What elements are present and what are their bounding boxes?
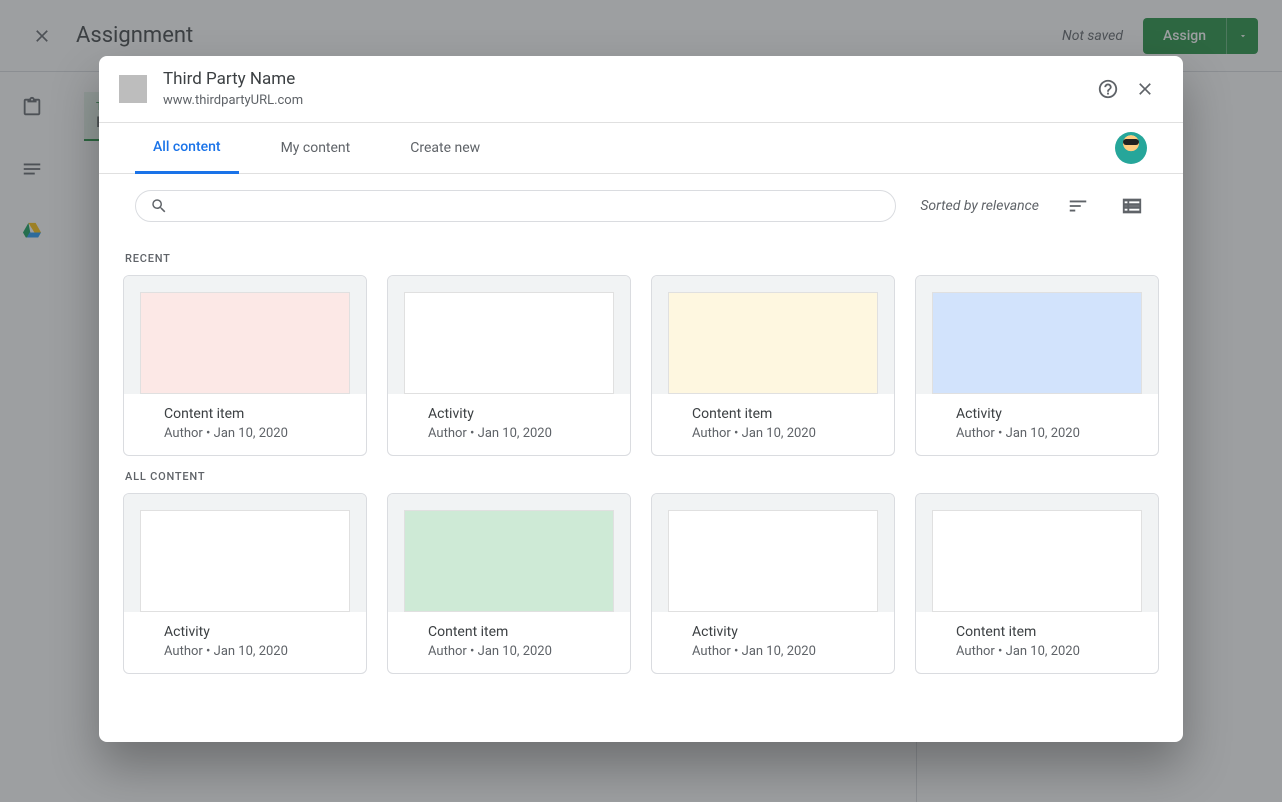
content-card[interactable]: Content item Author • Jan 10, 2020 xyxy=(123,275,367,456)
sort-label: Sorted by relevance xyxy=(920,198,1039,214)
card-meta: Content item Author • Jan 10, 2020 xyxy=(388,612,630,673)
tab-create-new[interactable]: Create new xyxy=(392,124,498,172)
card-subtitle: Author • Jan 10, 2020 xyxy=(692,644,854,659)
card-subtitle: Author • Jan 10, 2020 xyxy=(692,426,854,441)
dialog-url: www.thirdpartyURL.com xyxy=(163,92,1089,110)
card-meta: Activity Author • Jan 10, 2020 xyxy=(652,612,894,673)
third-party-logo xyxy=(119,75,147,103)
card-thumbnail xyxy=(668,292,878,394)
card-thumbnail xyxy=(140,292,350,394)
card-meta: Activity Author • Jan 10, 2020 xyxy=(124,612,366,673)
card-title: Activity xyxy=(164,624,326,640)
card-thumb-wrap xyxy=(916,276,1158,394)
list-view-icon[interactable] xyxy=(1117,191,1147,221)
content-card[interactable]: Activity Author • Jan 10, 2020 xyxy=(123,493,367,674)
controls-row: Sorted by relevance xyxy=(99,174,1183,230)
section-label-recent: RECENT xyxy=(125,252,1159,265)
card-thumb-wrap xyxy=(916,494,1158,612)
avatar[interactable] xyxy=(1115,132,1147,164)
dialog-tabs: All content My content Create new xyxy=(99,123,1183,174)
card-meta: Content item Author • Jan 10, 2020 xyxy=(652,394,894,455)
card-title: Activity xyxy=(428,406,590,422)
search-icon xyxy=(150,197,168,215)
content-card[interactable]: Activity Author • Jan 10, 2020 xyxy=(651,493,895,674)
card-meta: Activity Author • Jan 10, 2020 xyxy=(916,394,1158,455)
card-thumbnail xyxy=(932,510,1142,612)
card-thumb-wrap xyxy=(652,494,894,612)
card-title: Activity xyxy=(692,624,854,640)
recent-grid: Content itemAuthor • Jan 10, 2020Activit… xyxy=(123,275,1159,456)
card-meta: Activity Author • Jan 10, 2020 xyxy=(388,394,630,455)
content-picker-dialog: Third Party Name www.thirdpartyURL.com A… xyxy=(99,56,1183,742)
card-thumb-wrap xyxy=(124,494,366,612)
content-card[interactable]: Content item Author • Jan 10, 2020 xyxy=(915,493,1159,674)
card-title: Content item xyxy=(164,406,326,422)
card-title: Content item xyxy=(428,624,590,640)
card-title: Activity xyxy=(956,406,1118,422)
card-thumbnail xyxy=(140,510,350,612)
card-thumb-wrap xyxy=(652,276,894,394)
tab-all-content[interactable]: All content xyxy=(135,123,239,174)
card-subtitle: Author • Jan 10, 2020 xyxy=(956,644,1118,659)
all-content-grid: ActivityAuthor • Jan 10, 2020Content ite… xyxy=(123,493,1159,674)
content-card[interactable]: Content item Author • Jan 10, 2020 xyxy=(651,275,895,456)
card-thumb-wrap xyxy=(124,276,366,394)
section-label-all: ALL CONTENT xyxy=(125,470,1159,483)
card-thumbnail xyxy=(404,510,614,612)
card-subtitle: Author • Jan 10, 2020 xyxy=(428,426,590,441)
card-title: Content item xyxy=(692,406,854,422)
tab-my-content[interactable]: My content xyxy=(263,124,369,172)
card-meta: Content item Author • Jan 10, 2020 xyxy=(916,612,1158,673)
dialog-body: RECENT Content item Author • Jan 10, 2020… xyxy=(99,230,1183,742)
content-card[interactable]: Content item Author • Jan 10, 2020 xyxy=(387,493,631,674)
content-card[interactable]: Activity Author • Jan 10, 2020 xyxy=(915,275,1159,456)
card-subtitle: Author • Jan 10, 2020 xyxy=(164,426,326,441)
card-thumbnail xyxy=(668,510,878,612)
card-title: Content item xyxy=(956,624,1118,640)
card-thumb-wrap xyxy=(388,276,630,394)
card-thumbnail xyxy=(404,292,614,394)
card-subtitle: Author • Jan 10, 2020 xyxy=(956,426,1118,441)
card-subtitle: Author • Jan 10, 2020 xyxy=(164,644,326,659)
card-subtitle: Author • Jan 10, 2020 xyxy=(428,644,590,659)
sort-icon[interactable] xyxy=(1063,191,1093,221)
dialog-close-icon[interactable] xyxy=(1127,71,1163,107)
search-input[interactable] xyxy=(178,198,881,214)
card-meta: Content item Author • Jan 10, 2020 xyxy=(124,394,366,455)
card-thumb-wrap xyxy=(388,494,630,612)
dialog-title: Third Party Name xyxy=(163,68,1089,90)
help-icon[interactable] xyxy=(1089,70,1127,108)
content-card[interactable]: Activity Author • Jan 10, 2020 xyxy=(387,275,631,456)
dialog-title-block: Third Party Name www.thirdpartyURL.com xyxy=(163,68,1089,110)
dialog-header: Third Party Name www.thirdpartyURL.com xyxy=(99,56,1183,123)
card-thumbnail xyxy=(932,292,1142,394)
search-box[interactable] xyxy=(135,190,896,222)
